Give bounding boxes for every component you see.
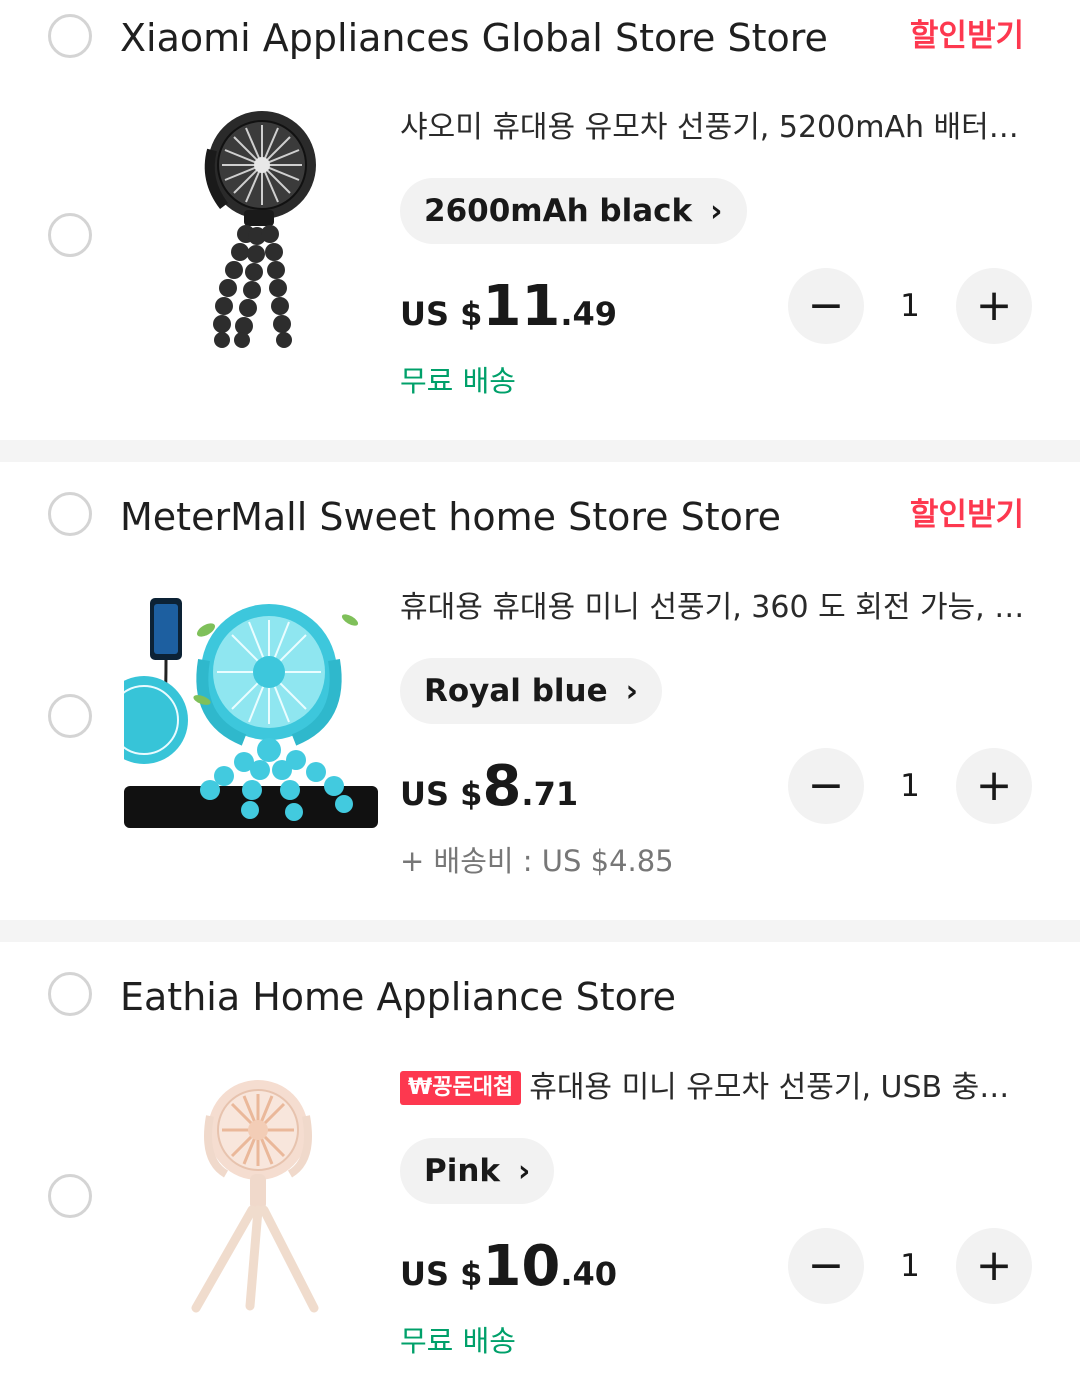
- chevron-right-icon: ›: [710, 193, 723, 229]
- item-select-radio[interactable]: [48, 1174, 92, 1218]
- price: US $11.49: [400, 274, 617, 339]
- minus-icon: −: [807, 760, 845, 811]
- price-currency: US $: [400, 295, 483, 333]
- price-decimal: .40: [560, 1255, 618, 1293]
- variant-selector[interactable]: 2600mAh black ›: [400, 178, 747, 244]
- variant-label: 2600mAh black: [424, 193, 693, 229]
- blue-octopus-fan-icon: [100, 590, 378, 844]
- store-select-radio[interactable]: [48, 972, 92, 1016]
- price-integer: 11: [482, 274, 561, 339]
- store-name[interactable]: MeterMall Sweet home Store Store: [120, 494, 781, 540]
- increase-quantity-button[interactable]: +: [956, 1228, 1032, 1304]
- product-title-text: 샤오미 휴대용 유모차 선풍기, 5200mAh 배터리 작동식 클립형 선풍기: [400, 110, 1030, 145]
- shipping-info: 무료 배송: [400, 364, 516, 398]
- decrease-quantity-button[interactable]: −: [788, 1228, 864, 1304]
- product-title-text: 휴대용 휴대용 미니 선풍기, 360 도 회전 가능, 충전식 문어 선풍기: [400, 590, 1030, 625]
- product-title[interactable]: 휴대용 휴대용 미니 선풍기, 360 도 회전 가능, 충전식 문어 선풍기: [400, 588, 1030, 628]
- store-section-2: MeterMall Sweet home Store Store 할인받기 휴대…: [0, 462, 1080, 918]
- chevron-right-icon: ›: [518, 1153, 531, 1189]
- price-currency: US $: [400, 1255, 483, 1293]
- product-title[interactable]: 샤오미 휴대용 유모차 선풍기, 5200mAh 배터리 작동식 클립형 선풍기: [400, 108, 1030, 148]
- product-image[interactable]: [124, 110, 378, 364]
- variant-selector[interactable]: Pink ›: [400, 1138, 555, 1204]
- variant-selector[interactable]: Royal blue ›: [400, 658, 662, 724]
- plus-icon: +: [975, 280, 1013, 331]
- quantity-value: 1: [900, 288, 920, 324]
- store-select-radio[interactable]: [48, 14, 92, 58]
- price: US $10.40: [400, 1234, 617, 1299]
- minus-icon: −: [807, 1240, 845, 1291]
- product-image[interactable]: [124, 1070, 378, 1324]
- increase-quantity-button[interactable]: +: [956, 748, 1032, 824]
- item-select-radio[interactable]: [48, 213, 92, 257]
- promo-badge: ₩꽁돈대첩: [400, 1071, 522, 1105]
- variant-label: Royal blue: [424, 673, 608, 709]
- chevron-right-icon: ›: [625, 673, 638, 709]
- decrease-quantity-button[interactable]: −: [788, 748, 864, 824]
- variant-label: Pink: [424, 1153, 501, 1189]
- black-tripod-fan-icon: [204, 111, 316, 348]
- store-name[interactable]: Eathia Home Appliance Store: [120, 974, 676, 1020]
- price-currency: US $: [400, 775, 483, 813]
- item-select-radio[interactable]: [48, 694, 92, 738]
- section-divider: [0, 440, 1080, 462]
- plus-icon: +: [975, 760, 1013, 811]
- price-integer: 8: [482, 754, 522, 819]
- shipping-info: + 배송비 : US $4.85: [400, 844, 674, 878]
- quantity-value: 1: [900, 768, 920, 804]
- price-decimal: .49: [560, 295, 618, 333]
- coupon-button[interactable]: 할인받기: [910, 16, 1024, 56]
- price-decimal: .71: [521, 775, 579, 813]
- product-title-text: 휴대용 미니 유모차 선풍기, USB 충전식 삼각대 선풍기: [529, 1070, 1030, 1105]
- product-title[interactable]: ₩꽁돈대첩휴대용 미니 유모차 선풍기, USB 충전식 삼각대 선풍기: [400, 1068, 1030, 1108]
- minus-icon: −: [807, 280, 845, 331]
- decrease-quantity-button[interactable]: −: [788, 268, 864, 344]
- shipping-info: 무료 배송: [400, 1324, 516, 1358]
- quantity-value: 1: [900, 1248, 920, 1284]
- store-select-radio[interactable]: [48, 492, 92, 536]
- plus-icon: +: [975, 1240, 1013, 1291]
- section-divider: [0, 920, 1080, 942]
- price: US $8.71: [400, 754, 578, 819]
- store-section-3: Eathia Home Appliance Store ₩꽁돈대첩 휴대용 미니 …: [0, 942, 1080, 1400]
- increase-quantity-button[interactable]: +: [956, 268, 1032, 344]
- pink-tripod-fan-icon: [191, 1080, 319, 1313]
- price-integer: 10: [482, 1234, 561, 1299]
- product-image[interactable]: [100, 590, 378, 844]
- store-section-1: Xiaomi Appliances Global Store Store 할인받…: [0, 0, 1080, 440]
- store-name[interactable]: Xiaomi Appliances Global Store Store: [120, 15, 828, 61]
- coupon-button[interactable]: 할인받기: [910, 495, 1024, 535]
